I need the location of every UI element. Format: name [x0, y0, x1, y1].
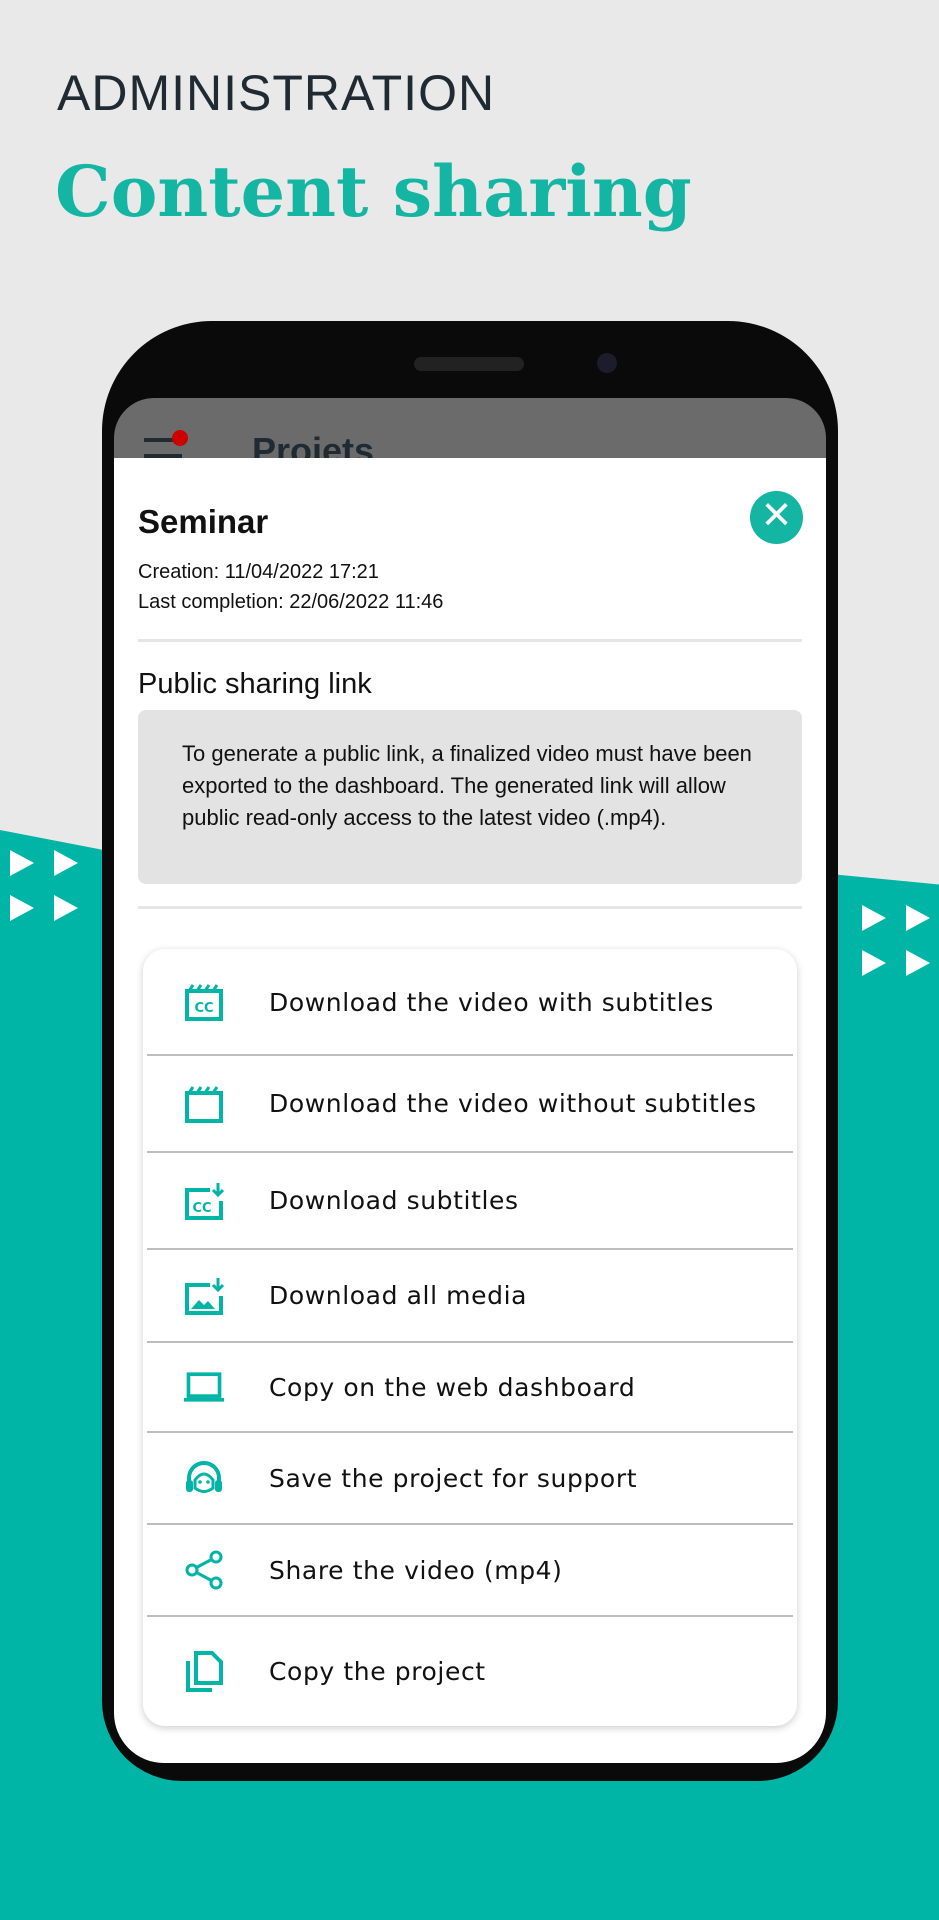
menu-item-label: Download the video without subtitles	[269, 1089, 757, 1118]
menu-item-label: Download subtitles	[269, 1186, 519, 1215]
laptop-icon	[183, 1366, 225, 1408]
menu-item-copy-web-dashboard[interactable]: Copy on the web dashboard	[143, 1342, 797, 1432]
close-button[interactable]: ✕	[750, 491, 803, 544]
section-kicker: ADMINISTRATION	[57, 65, 496, 121]
menu-item-label: Copy the project	[269, 1656, 486, 1686]
section-title: Public sharing link	[138, 668, 372, 700]
triangle-pattern-left	[10, 850, 90, 940]
menu-item-label: Download all media	[269, 1281, 528, 1310]
menu-item-save-for-support[interactable]: Save the project for support	[143, 1432, 797, 1524]
svg-text:CC: CC	[192, 1201, 211, 1216]
headset-icon	[183, 1457, 225, 1499]
info-box: To generate a public link, a finalized v…	[138, 710, 802, 884]
speaker-grille	[414, 357, 524, 371]
menu-item-label: Share the video (mp4)	[269, 1555, 563, 1585]
menu-item-share-video[interactable]: Share the video (mp4)	[143, 1524, 797, 1616]
creation-date: Creation: 11/04/2022 17:21	[138, 561, 379, 583]
menu-item-label: Save the project for support	[269, 1463, 638, 1493]
front-camera	[597, 353, 617, 373]
menu-item-label: Copy on the web dashboard	[269, 1372, 636, 1402]
menu-item-download-video-subtitles[interactable]: CC Download the video with subtitles	[143, 949, 797, 1055]
menu-item-download-all-media[interactable]: Download all media	[143, 1249, 797, 1342]
clapper-icon	[183, 1083, 225, 1125]
menu-item-download-subtitles[interactable]: CC Download subtitles	[143, 1152, 797, 1249]
actions-menu: CC Download the video with subtitles Dow…	[143, 949, 797, 1726]
menu-item-copy-project[interactable]: Copy the project	[143, 1616, 797, 1726]
menu-item-label: Download the video with subtitles	[269, 987, 714, 1017]
last-completion-date: Last completion: 22/06/2022 11:46	[138, 591, 444, 613]
triangle-pattern-right	[862, 905, 939, 995]
copy-icon	[183, 1650, 225, 1692]
headline: Content sharing	[55, 150, 692, 233]
share-icon	[183, 1549, 225, 1591]
info-text: To generate a public link, a finalized v…	[182, 741, 752, 830]
project-name: Seminar	[138, 503, 269, 540]
image-download-icon	[183, 1275, 225, 1317]
divider	[138, 906, 802, 909]
clapper-cc-icon: CC	[183, 981, 225, 1023]
notification-dot	[172, 430, 188, 446]
divider	[138, 639, 802, 642]
menu-item-download-video-no-subtitles[interactable]: Download the video without subtitles	[143, 1055, 797, 1152]
cc-download-icon: CC	[183, 1180, 225, 1222]
svg-text:CC: CC	[194, 1001, 213, 1016]
